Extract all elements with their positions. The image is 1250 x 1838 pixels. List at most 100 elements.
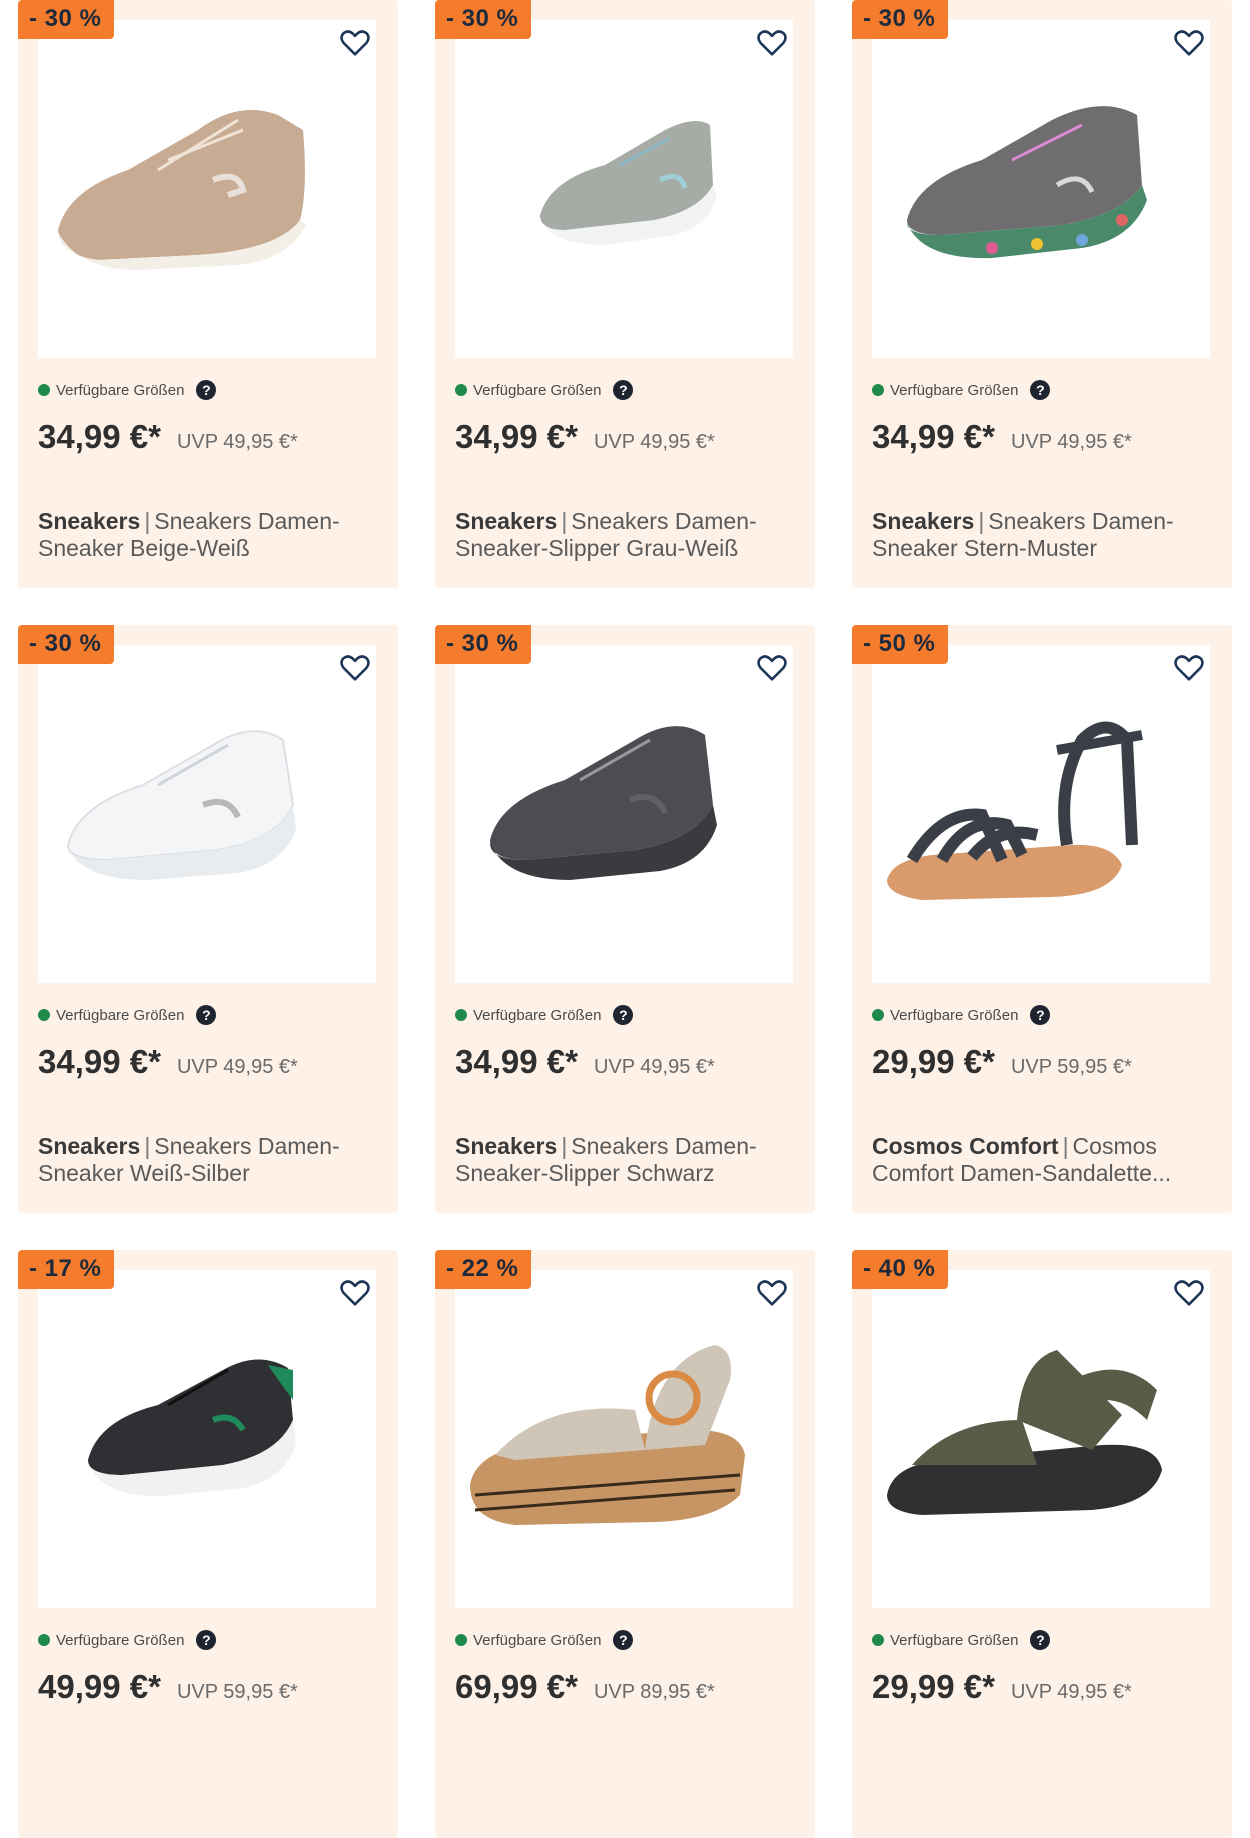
heart-outline-icon[interactable] bbox=[1172, 651, 1206, 685]
available-dot bbox=[38, 1634, 50, 1646]
available-sizes[interactable]: Verfügbare Größen ? bbox=[38, 380, 217, 400]
help-icon[interactable]: ? bbox=[1030, 1005, 1051, 1025]
price: 29,99 €* bbox=[872, 1668, 995, 1705]
product-image[interactable] bbox=[455, 645, 793, 983]
price: 29,99 €* bbox=[872, 1043, 995, 1080]
help-icon[interactable]: ? bbox=[196, 1630, 217, 1650]
uvp-price: UVP 59,95 €* bbox=[176, 1681, 298, 1703]
product-image[interactable] bbox=[38, 645, 376, 983]
product-image[interactable] bbox=[38, 1270, 376, 1608]
product-brand: Sneakers bbox=[872, 508, 975, 534]
product-brand: Sneakers bbox=[38, 508, 141, 534]
product-image[interactable] bbox=[455, 20, 793, 358]
product-image[interactable] bbox=[455, 1270, 793, 1608]
available-sizes-label: Verfügbare Größen bbox=[56, 381, 185, 399]
discount-badge: - 50 % bbox=[852, 625, 949, 664]
product-image[interactable] bbox=[872, 1270, 1210, 1608]
product-grid: - 30 % Verfügbare Größen ? 34,99 €* UVP … bbox=[18, 0, 1232, 1838]
available-sizes[interactable]: Verfügbare Größen ? bbox=[455, 380, 634, 400]
product-brand: Sneakers bbox=[455, 1133, 558, 1159]
available-sizes[interactable]: Verfügbare Größen ? bbox=[872, 1005, 1051, 1025]
price-row: 34,99 €* UVP 49,95 €* bbox=[455, 1043, 715, 1081]
uvp-price: UVP 49,95 €* bbox=[1010, 1681, 1132, 1703]
available-sizes-label: Verfügbare Größen bbox=[473, 1631, 602, 1649]
heart-outline-icon[interactable] bbox=[338, 1276, 372, 1310]
product-image[interactable] bbox=[872, 20, 1210, 358]
wedge-sandal-image bbox=[470, 1345, 745, 1525]
available-dot bbox=[38, 384, 50, 396]
help-icon[interactable]: ? bbox=[613, 1005, 634, 1025]
available-sizes-label: Verfügbare Größen bbox=[56, 1006, 185, 1024]
product-card[interactable]: - 30 % Verfügbare Größen ? 34,99 €* UVP … bbox=[852, 0, 1232, 588]
product-image[interactable] bbox=[38, 20, 376, 358]
discount-badge: - 40 % bbox=[852, 1250, 949, 1289]
help-icon[interactable]: ? bbox=[613, 1630, 634, 1650]
price: 34,99 €* bbox=[38, 418, 161, 455]
product-brand: Sneakers bbox=[455, 508, 558, 534]
discount-badge: - 30 % bbox=[18, 625, 115, 664]
product-brand: Cosmos Comfort bbox=[872, 1133, 1059, 1159]
available-dot bbox=[38, 1009, 50, 1021]
product-card[interactable]: - 17 % Verfügbare Größen ? 49,99 €* UVP … bbox=[18, 1250, 398, 1838]
product-card[interactable]: - 30 % Verfügbare Größen ? 34,99 €* UVP … bbox=[435, 625, 815, 1213]
price-row: 69,99 €* UVP 89,95 €* bbox=[455, 1668, 715, 1706]
product-title[interactable]: Sneakers | Sneakers Damen-Sneaker-Slipper … bbox=[455, 508, 795, 562]
available-sizes[interactable]: Verfügbare Größen ? bbox=[38, 1630, 217, 1650]
available-dot bbox=[872, 1009, 884, 1021]
help-icon[interactable]: ? bbox=[196, 380, 217, 400]
help-icon[interactable]: ? bbox=[196, 1005, 217, 1025]
discount-badge: - 30 % bbox=[435, 625, 532, 664]
price-row: 34,99 €* UVP 49,95 €* bbox=[455, 418, 715, 456]
product-card[interactable]: - 22 % Verfügbare Größen ? 69,99 €* UVP … bbox=[435, 1250, 815, 1838]
help-icon[interactable]: ? bbox=[1030, 1630, 1051, 1650]
beige-sneaker-image bbox=[58, 110, 306, 270]
product-title[interactable]: Sneakers | Sneakers Damen-Sneaker Beige-We… bbox=[38, 508, 378, 562]
heart-outline-icon[interactable] bbox=[755, 1276, 789, 1310]
grey-sneaker-slipper-image bbox=[540, 121, 717, 245]
white-sneaker-image bbox=[66, 730, 296, 880]
olive-sandal-image bbox=[887, 1350, 1162, 1515]
uvp-price: UVP 49,95 €* bbox=[176, 431, 298, 453]
product-title[interactable]: Sneakers | Sneakers Damen-Sneaker-Slipper … bbox=[455, 1133, 795, 1187]
black-sneaker-slipper-image bbox=[490, 726, 717, 880]
product-card[interactable]: - 40 % Verfügbare Größen ? 29,99 €* UVP … bbox=[852, 1250, 1232, 1838]
available-dot bbox=[455, 1634, 467, 1646]
heart-outline-icon[interactable] bbox=[338, 651, 372, 685]
heart-outline-icon[interactable] bbox=[338, 26, 372, 60]
black-sandal-image bbox=[887, 721, 1143, 900]
product-title[interactable]: Sneakers | Sneakers Damen-Sneaker Weiß-Sil… bbox=[38, 1133, 378, 1187]
price: 34,99 €* bbox=[455, 418, 578, 455]
available-sizes-label: Verfügbare Größen bbox=[56, 1631, 185, 1649]
product-card[interactable]: - 50 % Verfügbare Größen ? 29,99 €* UVP … bbox=[852, 625, 1232, 1213]
product-title[interactable]: Cosmos Comfort | Cosmos Comfort Damen-Sand… bbox=[872, 1133, 1212, 1187]
heart-outline-icon[interactable] bbox=[1172, 26, 1206, 60]
available-dot bbox=[455, 384, 467, 396]
available-sizes-label: Verfügbare Größen bbox=[890, 1006, 1019, 1024]
available-sizes[interactable]: Verfügbare Größen ? bbox=[872, 1630, 1051, 1650]
help-icon[interactable]: ? bbox=[1030, 380, 1051, 400]
price-row: 34,99 €* UVP 49,95 €* bbox=[872, 418, 1132, 456]
help-icon[interactable]: ? bbox=[613, 380, 634, 400]
product-card[interactable]: - 30 % Verfügbare Größen ? 34,99 €* UVP … bbox=[18, 625, 398, 1213]
available-sizes[interactable]: Verfügbare Größen ? bbox=[38, 1005, 217, 1025]
product-card[interactable]: - 30 % Verfügbare Größen ? 34,99 €* UVP … bbox=[18, 0, 398, 588]
price-row: 29,99 €* UVP 49,95 €* bbox=[872, 1668, 1132, 1706]
heart-outline-icon[interactable] bbox=[1172, 1276, 1206, 1310]
available-sizes[interactable]: Verfügbare Größen ? bbox=[455, 1630, 634, 1650]
heart-outline-icon[interactable] bbox=[755, 26, 789, 60]
price-row: 34,99 €* UVP 49,95 €* bbox=[38, 418, 298, 456]
black-green-sneaker-image bbox=[88, 1359, 296, 1497]
product-title[interactable]: Sneakers | Sneakers Damen-Sneaker Stern-Mu… bbox=[872, 508, 1212, 564]
uvp-price: UVP 59,95 €* bbox=[1010, 1056, 1132, 1078]
available-sizes[interactable]: Verfügbare Größen ? bbox=[872, 380, 1051, 400]
price: 69,99 €* bbox=[455, 1668, 578, 1705]
product-brand: Sneakers bbox=[38, 1133, 141, 1159]
grey-star-sneaker-image bbox=[907, 106, 1147, 259]
available-dot bbox=[872, 384, 884, 396]
available-sizes-label: Verfügbare Größen bbox=[473, 381, 602, 399]
available-sizes[interactable]: Verfügbare Größen ? bbox=[455, 1005, 634, 1025]
product-card[interactable]: - 30 % Verfügbare Größen ? 34,99 €* UVP … bbox=[435, 0, 815, 588]
price-row: 34,99 €* UVP 49,95 €* bbox=[38, 1043, 298, 1081]
product-image[interactable] bbox=[872, 645, 1210, 983]
heart-outline-icon[interactable] bbox=[755, 651, 789, 685]
